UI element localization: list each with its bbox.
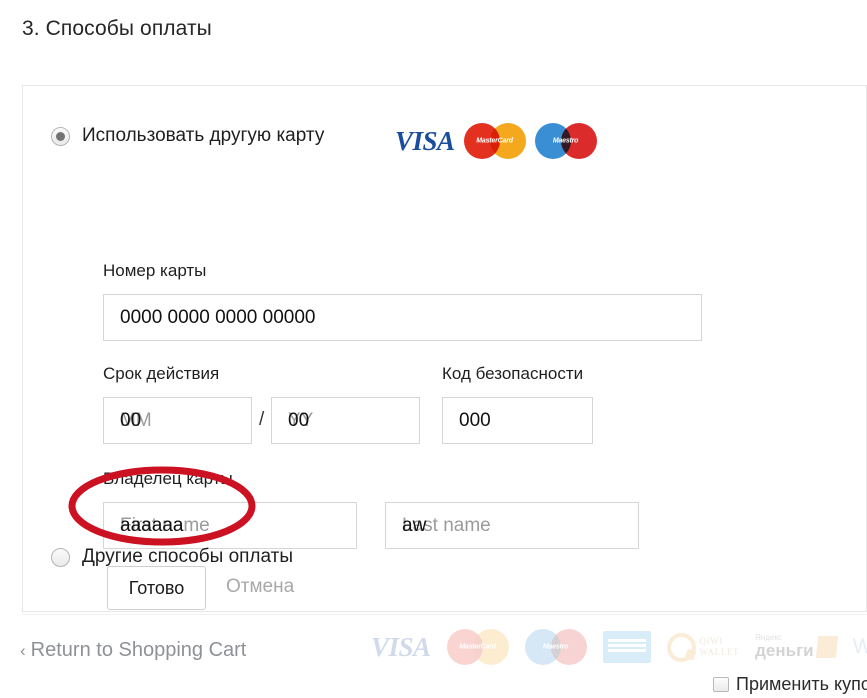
maestro-logo: Maestro [534,123,597,159]
mastercard-logo: MasterCard [446,629,509,665]
page-title: 3. Способы оплаты [22,17,212,40]
maestro-logo-text: Maestro [552,137,579,145]
cancel-link[interactable]: Отмена [226,576,294,598]
apply-coupon-row[interactable]: Применить купо [713,674,867,695]
accepted-payment-brands-bottom: VISA MasterCard Maestro QIWI WALLET Янде… [371,629,867,665]
visa-logo: VISA [395,125,455,156]
qiwi-wallet-logo: QIWI WALLET [666,632,740,662]
radio-button-other-card[interactable] [51,126,70,146]
maestro-logo-text: Maestro [542,643,569,651]
yandex-money-logo: Яндекс деньги [755,633,838,661]
webmoney-logo: WebMoney [852,635,867,658]
mastercard-logo-text: MasterCard [459,643,496,651]
radio-label-other-card: Использовать другую карту [82,125,325,146]
return-to-cart-link[interactable]: ‹ Return to Shopping Cart [20,639,246,662]
radio-button-other-methods[interactable] [51,547,70,567]
mastercard-logo-text: MasterCard [476,137,513,145]
return-to-cart-label: Return to Shopping Cart [30,639,247,661]
security-code-input[interactable]: 000 [442,397,593,444]
radio-label-other-methods: Другие способы оплаты [82,546,294,567]
last-name-input[interactable]: Last name aw [385,502,639,549]
accepted-card-brands-top: VISA MasterCard Maestro [395,123,597,159]
expiry-year-overlap: YY 00 [288,411,313,430]
qiwi-line1: QIWI [699,636,723,646]
yandex-money-logo-text: Яндекс деньги [755,633,814,661]
expiry-label: Срок действия [103,364,220,383]
radio-option-other-methods[interactable]: Другие способы оплаты [51,546,293,568]
qiwi-mark-icon [666,632,696,662]
expiry-month-value: 00 [120,410,142,431]
maestro-logo: Maestro [524,629,587,665]
expiry-separator: / [259,409,265,430]
expiry-month-overlap: MM 00 [120,411,152,430]
card-holder-label: Владелец карты [103,469,233,488]
footer-divider [22,614,867,615]
first-name-input[interactable]: First name аааааа [103,502,357,549]
chevron-left-icon: ‹ [20,641,26,660]
amex-logo [602,631,651,663]
card-number-label: Номер карты [103,261,207,280]
qiwi-line2: WALLET [699,647,740,657]
payment-methods-panel: Использовать другую карту VISA MasterCar… [22,85,867,665]
expiry-month-input[interactable]: MM 00 [103,397,252,444]
yandex-line2: деньги [755,641,814,661]
apply-coupon-label: Применить купо [736,674,867,694]
first-name-overlap: First name аааааа [120,516,210,535]
last-name-value: aw [402,515,427,536]
apply-coupon-checkbox[interactable] [713,677,729,692]
card-number-input[interactable]: 0000 0000 0000 00000 [103,294,702,341]
yandex-money-wallet-icon [815,635,838,658]
card-number-value: 0000 0000 0000 00000 [120,306,316,328]
mastercard-logo: MasterCard [463,123,526,159]
first-name-value: аааааа [120,515,184,536]
radio-option-other-card[interactable]: Использовать другую карту [51,125,324,147]
qiwi-wallet-logo-text: QIWI WALLET [700,636,740,658]
security-code-value: 000 [459,409,491,431]
expiry-year-input[interactable]: YY 00 [271,397,420,444]
security-code-label: Код безопасности [442,364,584,383]
done-button[interactable]: Готово [107,566,206,610]
expiry-year-value: 00 [288,410,310,431]
last-name-overlap: Last name aw [402,516,491,535]
visa-logo: VISA [371,631,431,662]
